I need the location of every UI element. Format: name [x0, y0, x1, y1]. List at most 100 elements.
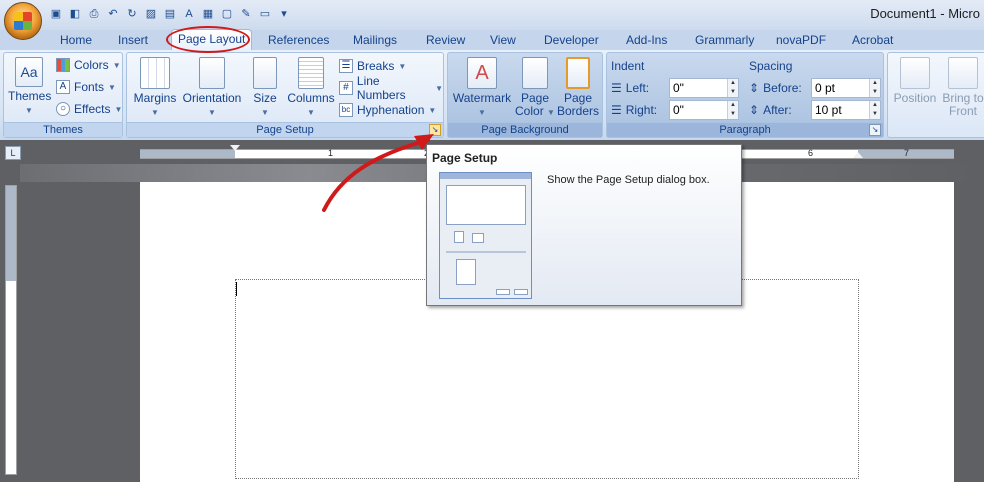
spacing-before-label: Before:: [763, 81, 802, 95]
themes-button[interactable]: Aa Themes ▼: [8, 57, 52, 117]
quick-access-toolbar: ▣ ◧ ⎙ ↶ ↻ ▨ ▤ A ▦ ▢ ✎ ▭ ▾: [48, 5, 292, 23]
breaks-button[interactable]: ☰ Breaks ▼: [339, 57, 406, 75]
page-color-icon: [522, 57, 548, 89]
indent-right-input[interactable]: 0" ▲ ▼: [669, 100, 739, 120]
thumbnail-cancel-button: [514, 289, 528, 295]
tab-developer[interactable]: Developer: [544, 32, 599, 49]
position-label: Position: [893, 91, 937, 105]
undo-icon[interactable]: ↶: [105, 6, 121, 22]
line-numbers-caret-icon: ▼: [435, 83, 443, 93]
margins-button[interactable]: Margins ▼: [132, 57, 178, 119]
window-title: Document1 - Micro: [870, 6, 980, 21]
themes-group: Aa Themes ▼ Colors ▼ A Fonts ▼ ○ Effects ▼ The…: [3, 52, 123, 138]
tab-addins[interactable]: Add-Ins: [626, 32, 667, 49]
watermark-button[interactable]: A Watermark ▼: [451, 57, 513, 119]
orientation-label: Orientation: [182, 91, 242, 105]
position-button[interactable]: Position: [892, 57, 938, 105]
indent-right-value: 0": [673, 103, 684, 117]
pdf-icon[interactable]: ◧: [67, 6, 83, 22]
themes-icon: Aa: [15, 57, 43, 87]
breaks-caret-icon: ▼: [398, 61, 407, 71]
text-boundary: [235, 279, 859, 479]
spacing-before-value: 0 pt: [815, 81, 836, 95]
page-background-group-label: Page Background: [448, 122, 602, 137]
size-button[interactable]: Size ▼: [248, 57, 282, 119]
hyphenation-button[interactable]: bc Hyphenation ▼: [339, 101, 436, 119]
watermark-icon: A: [467, 57, 497, 89]
tab-acrobat[interactable]: Acrobat: [852, 32, 893, 49]
tab-view[interactable]: View: [490, 32, 516, 49]
tab-insert[interactable]: Insert: [118, 32, 148, 49]
tab-grammarly[interactable]: Grammarly: [695, 32, 754, 49]
columns-icon: [298, 57, 324, 89]
fonts-label: Fonts: [74, 80, 105, 94]
colors-caret-icon: ▼: [112, 60, 121, 70]
effects-button[interactable]: ○ Effects ▼: [56, 100, 122, 118]
size-label: Size: [253, 91, 277, 105]
indent-right-icon: ☰: [611, 103, 622, 117]
spacing-after-spinner[interactable]: ▲ ▼: [869, 101, 880, 119]
hyphenation-icon: bc: [339, 103, 353, 117]
line-numbers-icon: #: [339, 81, 353, 95]
paragraph-launcher-icon[interactable]: ↘: [869, 124, 881, 136]
columns-button[interactable]: Columns ▼: [285, 57, 337, 119]
table-icon[interactable]: ▦: [200, 6, 216, 22]
size-icon: [253, 57, 277, 89]
page-color-label-1: Page: [520, 91, 550, 105]
bring-to-front-label-1: Bring to: [942, 91, 984, 105]
margins-caret-icon: ▼: [151, 108, 159, 117]
indent-left-label-row: ☰ Left:: [611, 79, 649, 97]
orientation-icon: [199, 57, 225, 89]
office-logo-icon: [14, 12, 32, 30]
paragraph-group-label: Paragraph: [607, 122, 883, 137]
customize-qat-icon[interactable]: ▾: [276, 6, 292, 22]
first-line-indent-marker[interactable]: [230, 145, 240, 151]
tab-selector-button[interactable]: L: [5, 146, 21, 160]
page-setup-dialog-thumbnail: [439, 172, 532, 299]
colors-button[interactable]: Colors ▼: [56, 56, 121, 74]
print-icon[interactable]: ⎙: [86, 6, 102, 22]
tab-mailings[interactable]: Mailings: [353, 32, 397, 49]
ribbon: Aa Themes ▼ Colors ▼ A Fonts ▼ ○ Effects ▼ The…: [0, 50, 984, 140]
ribbon-tabs: Home Insert Page Layout References Maili…: [0, 29, 984, 50]
themes-caret-icon: ▼: [25, 106, 33, 115]
line-numbers-button[interactable]: # Line Numbers ▼: [339, 74, 443, 102]
size-caret-icon: ▼: [261, 108, 269, 117]
tab-home[interactable]: Home: [60, 32, 92, 49]
office-button[interactable]: [4, 2, 42, 40]
save-icon[interactable]: ▣: [48, 6, 64, 22]
orientation-button[interactable]: Orientation ▼: [178, 57, 246, 119]
font-color-icon[interactable]: A: [181, 6, 197, 22]
spacing-before-spinner[interactable]: ▲ ▼: [869, 79, 880, 97]
page-color-button[interactable]: Page Color ▼: [515, 57, 555, 119]
bring-to-front-label-2: Front: [948, 104, 977, 118]
right-indent-marker[interactable]: [853, 152, 863, 158]
bring-to-front-button[interactable]: Bring to Front: [940, 57, 984, 118]
spacing-after-input[interactable]: 10 pt ▲ ▼: [811, 100, 881, 120]
themes-label: Themes: [8, 89, 52, 103]
margins-label: Margins: [133, 91, 177, 105]
indent-left-spinner[interactable]: ▲ ▼: [727, 79, 738, 97]
tab-references[interactable]: References: [268, 32, 329, 49]
clipboard-icon[interactable]: ▤: [162, 6, 178, 22]
indent-left-input[interactable]: 0" ▲ ▼: [669, 78, 739, 98]
edit-icon[interactable]: ✎: [238, 6, 254, 22]
colors-label: Colors: [74, 58, 109, 72]
line-numbers-label: Line Numbers: [356, 74, 406, 102]
spacing-before-input[interactable]: 0 pt ▲ ▼: [811, 78, 881, 98]
redo-icon[interactable]: ↻: [124, 6, 140, 22]
tab-novapdf[interactable]: novaPDF: [776, 32, 826, 49]
view-icon[interactable]: ▭: [257, 6, 273, 22]
tab-review[interactable]: Review: [426, 32, 465, 49]
fonts-caret-icon: ▼: [108, 82, 116, 92]
frame-icon[interactable]: ▢: [219, 6, 235, 22]
vertical-ruler[interactable]: [5, 185, 17, 475]
indent-right-spinner[interactable]: ▲ ▼: [727, 101, 738, 119]
picture-icon[interactable]: ▨: [143, 6, 159, 22]
themes-group-label: Themes: [4, 122, 122, 137]
fonts-button[interactable]: A Fonts ▼: [56, 78, 116, 96]
thumbnail-titlebar: [440, 173, 531, 179]
colors-icon: [56, 58, 70, 72]
watermark-caret-icon: ▼: [478, 108, 486, 117]
page-borders-button[interactable]: Page Borders: [555, 57, 601, 118]
